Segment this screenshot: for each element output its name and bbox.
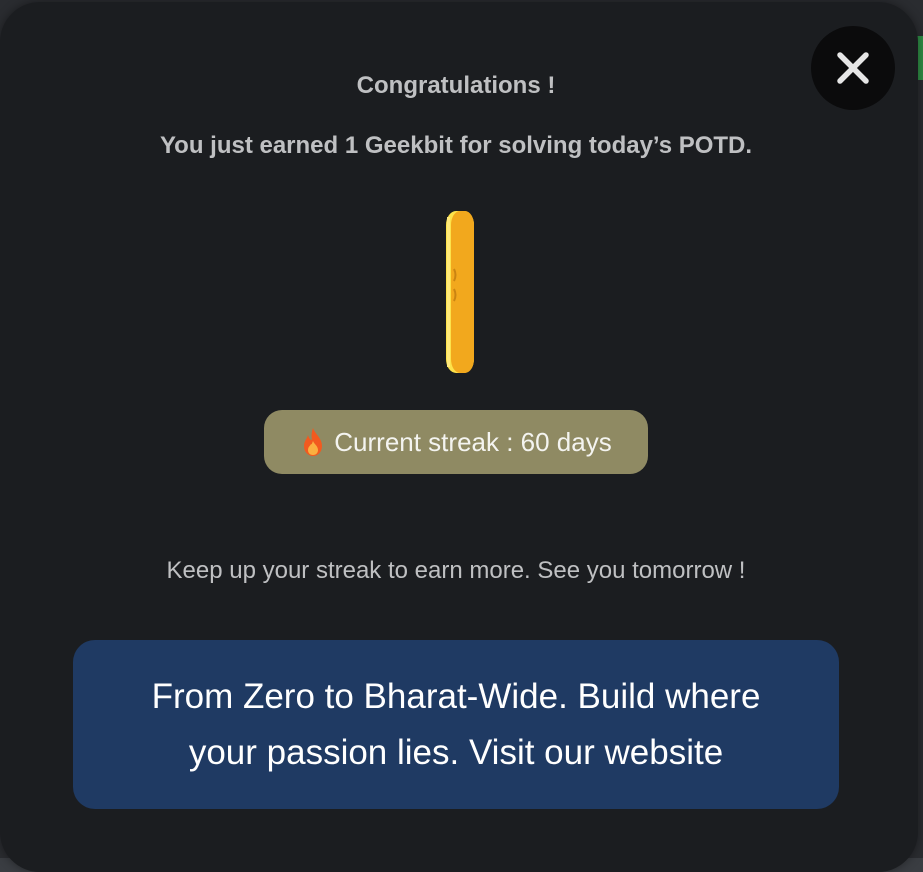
promo-text: From Zero to Bharat-Wide. Build where yo…: [151, 676, 761, 772]
promo-banner-link[interactable]: From Zero to Bharat-Wide. Build where yo…: [73, 640, 839, 809]
flame-icon: [304, 428, 323, 456]
reward-message: You just earned 1 Geekbit for solving to…: [159, 132, 753, 159]
coin-icon: [446, 211, 474, 373]
modal-title: Congratulations !: [356, 72, 556, 99]
streak-badge: Current streak : 60 days: [264, 410, 648, 474]
potd-reward-modal: Congratulations ! You just earned 1 Geek…: [0, 2, 918, 872]
footer-message: Keep up your streak to earn more. See yo…: [166, 557, 746, 584]
streak-label: Current streak : 60 days: [334, 426, 612, 457]
